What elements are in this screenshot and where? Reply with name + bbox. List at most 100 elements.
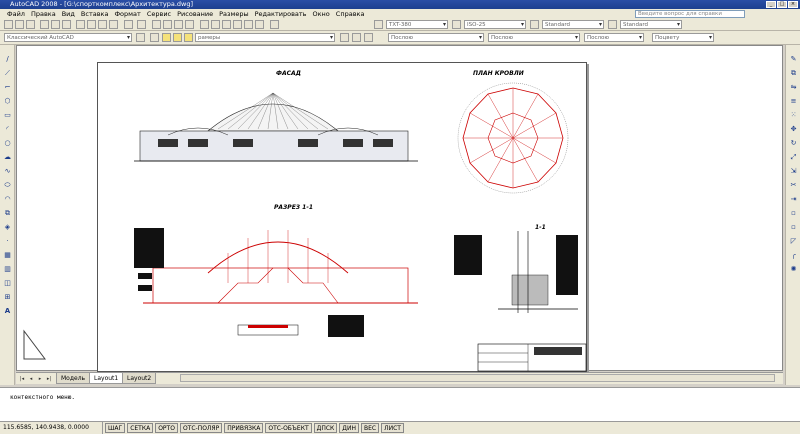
tab-layout2[interactable]: Layout2 — [122, 373, 157, 384]
revision-cloud-icon[interactable]: ☁ — [3, 153, 12, 162]
multileader-style-select[interactable]: Standard — [620, 20, 682, 29]
match-properties-icon[interactable] — [109, 20, 118, 29]
polyline-icon[interactable]: ⌐ — [3, 83, 12, 92]
rotate-icon[interactable]: ↻ — [789, 139, 798, 148]
osnap-toggle[interactable]: ПРИВЯЗКА — [224, 423, 264, 433]
dim-style-icon[interactable] — [452, 20, 461, 29]
tab-last-icon[interactable]: ▸| — [45, 375, 53, 383]
plot-preview-icon[interactable] — [51, 20, 60, 29]
undo-icon[interactable] — [124, 20, 133, 29]
lineweight-toggle[interactable]: ВЕС — [360, 423, 380, 433]
offset-icon[interactable]: ≡ — [789, 97, 798, 106]
plot-icon[interactable] — [40, 20, 49, 29]
ducs-toggle[interactable]: ДПСК — [313, 423, 338, 433]
layer-manager-icon[interactable] — [150, 33, 159, 42]
dyn-toggle[interactable]: ДИН — [339, 423, 359, 433]
quickcalc-icon[interactable] — [255, 20, 264, 29]
menu-dimension[interactable]: Размеры — [216, 9, 252, 19]
sheet-set-icon[interactable] — [233, 20, 242, 29]
otrack-toggle[interactable]: ОТС-ОБЪЕКТ — [265, 423, 312, 433]
chamfer-icon[interactable]: ◸ — [789, 237, 798, 246]
fillet-icon[interactable]: ╭ — [789, 251, 798, 260]
zoom-previous-icon[interactable] — [185, 20, 194, 29]
linetype-select[interactable]: Послою — [488, 33, 580, 42]
paper-toggle[interactable]: ЛИСТ — [381, 423, 404, 433]
properties-icon[interactable] — [200, 20, 209, 29]
spline-icon[interactable]: ∿ — [3, 167, 12, 176]
maximize-icon[interactable]: □ — [777, 1, 787, 8]
menu-tools[interactable]: Сервис — [144, 9, 174, 19]
paste-icon[interactable] — [98, 20, 107, 29]
workspace-select[interactable]: Классический AutoCAD — [4, 33, 132, 42]
cut-icon[interactable] — [76, 20, 85, 29]
dim-style-select[interactable]: ISO-25 — [464, 20, 526, 29]
open-file-icon[interactable] — [15, 20, 24, 29]
layer-on-bulb-icon[interactable] — [162, 33, 171, 42]
mirror-icon[interactable]: ⇋ — [789, 83, 798, 92]
design-center-icon[interactable] — [211, 20, 220, 29]
horizontal-scrollbar[interactable] — [180, 374, 775, 382]
text-style-icon[interactable] — [374, 20, 383, 29]
copy-icon[interactable] — [87, 20, 96, 29]
text-style-select[interactable]: TXT-380 — [386, 20, 448, 29]
insert-block-icon[interactable]: ⧉ — [3, 209, 12, 218]
hatch-icon[interactable]: ▦ — [3, 251, 12, 260]
layer-previous-icon[interactable] — [352, 33, 361, 42]
tab-prev-icon[interactable]: ◂ — [27, 375, 35, 383]
point-icon[interactable]: · — [3, 237, 12, 246]
multiline-text-icon[interactable]: A — [3, 307, 12, 316]
new-file-icon[interactable] — [4, 20, 13, 29]
menu-format[interactable]: Формат — [111, 9, 143, 19]
stretch-icon[interactable]: ⇲ — [789, 167, 798, 176]
close-icon[interactable]: × — [788, 1, 798, 8]
save-icon[interactable] — [26, 20, 35, 29]
region-icon[interactable]: ◫ — [3, 279, 12, 288]
array-icon[interactable]: ⁙ — [789, 111, 798, 120]
tab-layout1[interactable]: Layout1 — [89, 373, 124, 384]
trim-icon[interactable]: ✂ — [789, 181, 798, 190]
circle-icon[interactable]: ○ — [3, 139, 12, 148]
table-style-select[interactable]: Standard — [542, 20, 604, 29]
publish-icon[interactable] — [62, 20, 71, 29]
make-block-icon[interactable]: ◈ — [3, 223, 12, 232]
plotstyle-select[interactable]: Поцвету — [652, 33, 714, 42]
table-icon[interactable]: ⊞ — [3, 293, 12, 302]
break-icon[interactable]: ▫ — [789, 209, 798, 218]
menu-edit[interactable]: Правка — [28, 9, 59, 19]
markup-icon[interactable] — [244, 20, 253, 29]
zoom-window-icon[interactable] — [174, 20, 183, 29]
polygon-icon[interactable]: ⬡ — [3, 97, 12, 106]
menu-help[interactable]: Справка — [333, 9, 368, 19]
command-line[interactable]: контекстного меню. — [0, 387, 800, 421]
ellipse-icon[interactable]: ⬭ — [3, 181, 12, 190]
erase-icon[interactable]: ✎ — [789, 55, 798, 64]
zoom-realtime-icon[interactable] — [163, 20, 172, 29]
drawing-canvas[interactable]: ФАСАД ПЛАН КРОВЛИ РАЗРЕЗ 1-1 1-1 — [16, 45, 783, 372]
tab-model[interactable]: Модель — [56, 373, 91, 384]
workspace-settings-icon[interactable] — [136, 33, 145, 42]
pan-icon[interactable] — [152, 20, 161, 29]
copy-object-icon[interactable]: ⧉ — [789, 69, 798, 78]
menu-draw[interactable]: Рисование — [174, 9, 216, 19]
layer-freeze-sun-icon[interactable] — [173, 33, 182, 42]
arc-icon[interactable]: ◜ — [3, 125, 12, 134]
explode-icon[interactable]: ✺ — [789, 265, 798, 274]
color-select[interactable]: Послою — [388, 33, 484, 42]
ellipse-arc-icon[interactable]: ◠ — [3, 195, 12, 204]
help-icon[interactable] — [270, 20, 279, 29]
gradient-icon[interactable]: ▥ — [3, 265, 12, 274]
menu-view[interactable]: Вид — [59, 9, 78, 19]
construction-line-icon[interactable]: ⟋ — [3, 69, 12, 78]
rectangle-icon[interactable]: ▭ — [3, 111, 12, 120]
extend-icon[interactable]: ⇥ — [789, 195, 798, 204]
tab-next-icon[interactable]: ▸ — [36, 375, 44, 383]
tab-first-icon[interactable]: |◂ — [18, 375, 26, 383]
layer-lock-icon[interactable] — [184, 33, 193, 42]
snap-toggle[interactable]: ШАГ — [105, 423, 126, 433]
line-icon[interactable]: / — [3, 55, 12, 64]
menu-modify[interactable]: Редактировать — [252, 9, 310, 19]
move-icon[interactable]: ✥ — [789, 125, 798, 134]
grid-toggle[interactable]: СЕТКА — [127, 423, 154, 433]
table-style-icon[interactable] — [530, 20, 539, 29]
polar-toggle[interactable]: ОТС-ПОЛЯР — [179, 423, 223, 433]
